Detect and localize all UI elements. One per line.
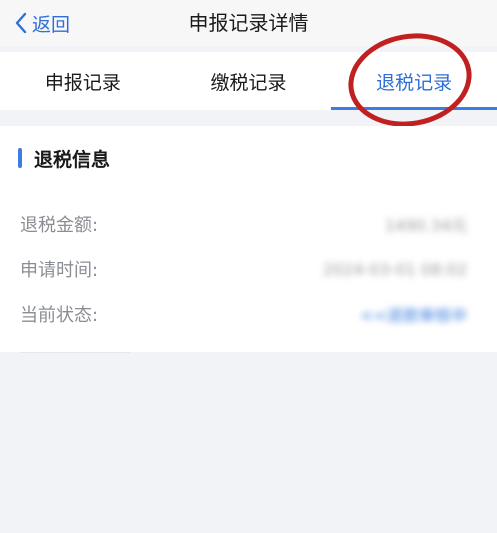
tab-declaration-records[interactable]: 申报记录: [0, 52, 166, 110]
apply-time-row: 申请时间: 2024-03-01 08:02: [20, 255, 467, 283]
refund-amount-value: 1490.34元: [384, 216, 467, 235]
screen: 返回 申报记录详情 申报记录 缴税记录 退税记录 退税信息 退税金额: 1490…: [0, 0, 497, 533]
divider: [20, 352, 130, 353]
current-status-value[interactable]: <<退款审核中: [360, 302, 467, 326]
section-accent-bar: [18, 148, 22, 168]
section-header: 退税信息: [18, 146, 111, 171]
current-status-label: 当前状态:: [20, 305, 99, 326]
refund-amount-row: 退税金额: 1490.34元: [20, 210, 467, 238]
tab-payment-records[interactable]: 缴税记录: [166, 52, 332, 110]
refund-amount-label: 退税金额:: [20, 215, 99, 236]
apply-time-value: 2024-03-01 08:02: [322, 259, 467, 279]
refund-info-card: 退税信息 退税金额: 1490.34元 申请时间: 2024-03-01 08:…: [0, 126, 497, 353]
apply-time-label: 申请时间:: [20, 260, 99, 281]
section-title: 退税信息: [34, 148, 111, 171]
current-status-row: 当前状态: <<退款审核中: [20, 300, 467, 328]
